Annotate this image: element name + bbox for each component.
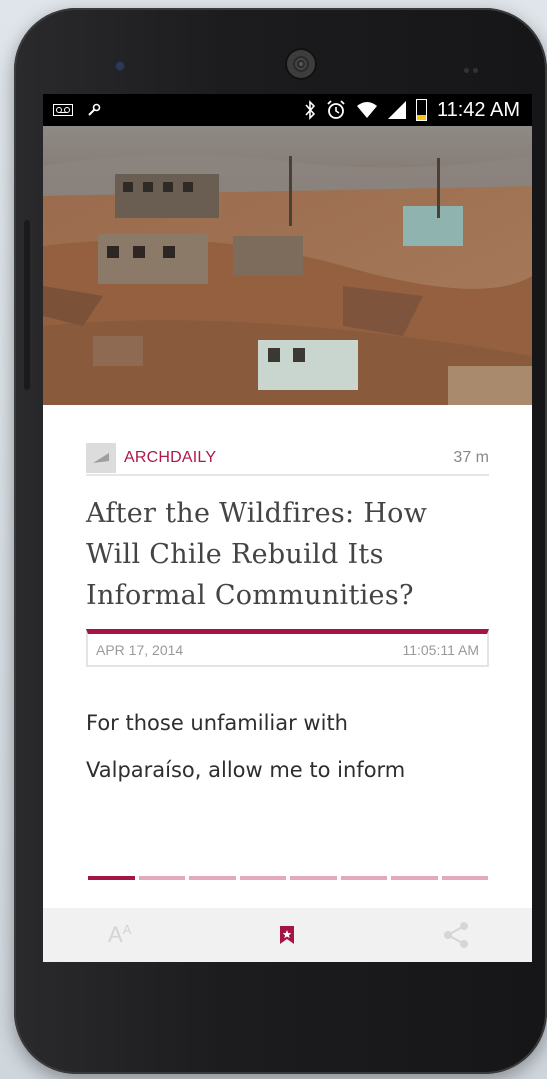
article-excerpt: For those unfamiliar with Valparaíso, al…	[86, 700, 489, 794]
page-dot	[290, 876, 337, 880]
battery-icon	[415, 99, 427, 121]
proximity-sensor	[464, 60, 494, 73]
earpiece-speaker	[287, 50, 315, 78]
source-logo-icon	[86, 443, 116, 473]
wildfire-photo	[43, 126, 532, 405]
status-bar: 11:42 AM	[43, 94, 532, 126]
article-headline[interactable]: After the Wildfires: How Will Chile Rebu…	[86, 493, 489, 616]
page-dot	[441, 876, 488, 880]
share-icon[interactable]	[442, 921, 470, 949]
source-row: ARCHDAILY 37 m	[86, 442, 489, 476]
excerpt-line: For those unfamiliar with	[86, 711, 348, 735]
front-camera	[114, 60, 126, 72]
page-dot	[138, 876, 185, 880]
alarm-icon	[327, 100, 345, 119]
page-dot	[239, 876, 286, 880]
screen: 11:42 AM ARCHDAILY 37 m After the Wildfi…	[43, 94, 532, 962]
signal-icon	[387, 101, 406, 119]
font-size-small-label: A	[122, 922, 132, 937]
bottom-action-bar: AA	[43, 908, 532, 962]
article-time: 11:05:11 AM	[402, 641, 479, 658]
wifi-icon	[356, 102, 377, 118]
article-date: APR 17, 2014	[96, 641, 184, 658]
voicemail-icon	[53, 104, 73, 116]
page-dot	[340, 876, 387, 880]
font-size-button[interactable]: AA	[108, 922, 131, 948]
status-time: 11:42 AM	[436, 98, 520, 121]
page-dot	[88, 876, 135, 880]
excerpt-line: Valparaíso, allow me to inform	[86, 758, 406, 782]
page-dot	[189, 876, 236, 880]
date-bar: APR 17, 2014 11:05:11 AM	[86, 629, 489, 667]
article-age: 37 m	[453, 449, 489, 466]
bookmark-icon[interactable]	[279, 925, 295, 945]
hero-image[interactable]	[43, 126, 532, 405]
font-size-label: A	[108, 922, 123, 947]
page-indicator	[88, 876, 488, 880]
page-dot	[391, 876, 438, 880]
side-button	[24, 220, 30, 390]
source-name[interactable]: ARCHDAILY	[124, 449, 453, 467]
article-card[interactable]: ARCHDAILY 37 m After the Wildfires: How …	[43, 442, 532, 794]
bluetooth-icon	[305, 100, 316, 120]
wrench-icon	[88, 103, 101, 116]
